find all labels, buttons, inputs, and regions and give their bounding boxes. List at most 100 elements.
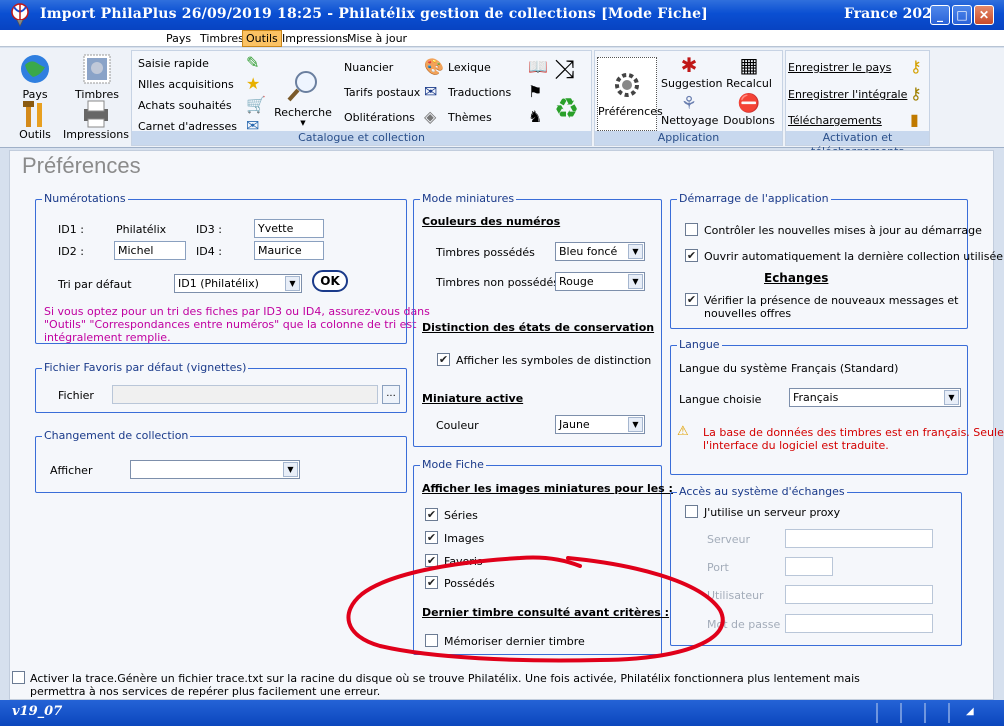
series-label: Séries: [444, 509, 478, 522]
warning-icon: ⚠: [677, 424, 689, 439]
tarifs-postaux-item[interactable]: Tarifs postaux: [344, 86, 420, 99]
achats-souhaites-item[interactable]: Achats souhaités: [138, 99, 232, 112]
resize-grip-icon[interactable]: ◢: [966, 706, 974, 717]
doublons-button[interactable]: ⛔ Doublons: [721, 93, 777, 127]
miniatures-legend: Mode miniatures: [420, 192, 517, 205]
browse-button[interactable]: ...: [382, 385, 400, 404]
outils-button[interactable]: Outils: [15, 99, 55, 141]
numerotations-legend: Numérotations: [42, 192, 128, 205]
horse-icon: ♞: [528, 107, 543, 126]
palette-icon: 🎨: [424, 57, 444, 76]
nlles-acquisitions-item[interactable]: Nlles acquisitions: [138, 78, 234, 91]
mail-icon: ✉: [424, 82, 438, 101]
app-logo-icon: [8, 3, 32, 27]
minimize-button[interactable]: _: [930, 5, 950, 25]
maj-label: Contrôler les nouvelles mises à jour au …: [704, 224, 982, 237]
gear-icon: [615, 73, 639, 97]
series-checkbox[interactable]: ✔: [425, 508, 438, 521]
id3-label: ID3 :: [196, 223, 222, 236]
status-separator: [924, 703, 926, 723]
id4-input[interactable]: Maurice: [254, 241, 324, 260]
nettoyage-label: Nettoyage: [661, 114, 719, 127]
menu-outils[interactable]: Outils: [242, 30, 282, 47]
collection-select[interactable]: ▼: [130, 460, 300, 479]
langue-systeme-value: Français (Standard): [791, 362, 899, 375]
close-button[interactable]: ✕: [974, 5, 994, 25]
chevron-down-icon: ▼: [628, 274, 643, 289]
maj-checkbox[interactable]: [685, 223, 698, 236]
langue-select[interactable]: Français ▼: [789, 388, 961, 407]
id3-input[interactable]: Yvette: [254, 219, 324, 238]
port-input[interactable]: [785, 557, 833, 576]
recalcul-button[interactable]: ▦ Recalcul: [721, 53, 777, 90]
themes-item[interactable]: Thèmes: [448, 111, 492, 124]
id2-input[interactable]: Michel: [114, 241, 186, 260]
numerotations-group: Numérotations ID1 : Philatélix ID3 : Yve…: [35, 192, 430, 344]
tri-select[interactable]: ID1 (Philatélix) ▼: [174, 274, 302, 293]
country-label: France 2020: [844, 6, 942, 22]
verif-checkbox[interactable]: ✔: [685, 293, 698, 306]
possedes-color-select[interactable]: Bleu foncé ▼: [555, 242, 645, 261]
couleurs-heading: Couleurs des numéros: [422, 215, 561, 228]
impressions-button[interactable]: Impressions: [63, 99, 129, 141]
ouvrir-checkbox[interactable]: ✔: [685, 249, 698, 262]
ribbon: Pays Timbres Outils Impressions Saisie r…: [0, 48, 1004, 158]
saisie-rapide-item[interactable]: Saisie rapide: [138, 57, 209, 70]
symboles-checkbox[interactable]: ✔: [437, 353, 450, 366]
images-checkbox[interactable]: ✔: [425, 531, 438, 544]
nettoyage-button[interactable]: ⚘ Nettoyage: [661, 93, 719, 127]
verif-label-line1: Vérifier la présence de nouveaux message…: [704, 294, 959, 307]
nonposs-label: Timbres non possédés: [436, 276, 560, 289]
magnifier-icon: [287, 71, 317, 102]
ok-button[interactable]: OK: [312, 270, 348, 292]
menu-pays[interactable]: Pays: [163, 31, 194, 46]
chevron-down-icon: ▼: [283, 462, 298, 477]
motdepasse-input[interactable]: [785, 614, 933, 633]
nuancier-item[interactable]: Nuancier: [344, 61, 393, 74]
afficher-heading: Afficher les images miniatures pour les …: [422, 482, 673, 495]
printer-icon: [84, 100, 108, 128]
maximize-button[interactable]: □: [952, 5, 972, 25]
pays-button[interactable]: Pays: [17, 53, 53, 101]
traductions-item[interactable]: Traductions: [448, 86, 511, 99]
activation-group: Enregistrer le pays Enregistrer l'intégr…: [785, 50, 930, 158]
trace-checkbox[interactable]: [12, 671, 25, 684]
nonposs-color-select[interactable]: Rouge ▼: [555, 272, 645, 291]
timbres-button[interactable]: Timbres: [73, 53, 121, 101]
miniatures-group: Mode miniatures Couleurs des numéros Tim…: [413, 192, 662, 447]
menu-impressions[interactable]: Impressions: [279, 31, 351, 46]
couleur-active-select[interactable]: Jaune ▼: [555, 415, 645, 434]
tri-value: ID1 (Philatélix): [178, 277, 259, 290]
chevron-down-icon: ▼: [628, 244, 643, 259]
afficher-label: Afficher: [50, 464, 93, 477]
recherche-button[interactable]: Recherche ▼: [272, 69, 334, 127]
status-separator: [876, 703, 878, 723]
catalogue-group: Saisie rapide Nlles acquisitions Achats …: [131, 50, 592, 146]
red-annotation-circle: [346, 555, 725, 663]
menu-timbres[interactable]: Timbres: [197, 31, 247, 46]
menu-mise-a-jour[interactable]: Mise à jour: [344, 31, 410, 46]
trace-label-line2: permettra à nos services de repérer plus…: [30, 685, 381, 698]
favoris-group: Fichier Favoris par défaut (vignettes) F…: [35, 361, 407, 413]
preferences-button[interactable]: Préférences: [597, 57, 663, 131]
enregistrer-pays-item[interactable]: Enregistrer le pays: [788, 61, 891, 74]
serveur-input[interactable]: [785, 529, 933, 548]
langue-warning-line1: La base de données des timbres est en fr…: [703, 426, 1004, 439]
obliterations-item[interactable]: Oblitérations: [344, 111, 415, 124]
version-label: v19_07: [12, 704, 63, 719]
telechargements-item[interactable]: Téléchargements: [788, 114, 882, 127]
utilisateur-input[interactable]: [785, 585, 933, 604]
suggestion-button[interactable]: ✱ Suggestion: [661, 53, 723, 90]
possedes-label: Timbres possédés: [436, 246, 535, 259]
enregistrer-integrale-item[interactable]: Enregistrer l'intégrale: [788, 88, 907, 101]
title-bar: Import PhilaPlus 26/09/2019 18:25 - Phil…: [0, 0, 1004, 30]
proxy-checkbox[interactable]: [685, 505, 698, 518]
recycle-icon[interactable]: ♻: [554, 95, 579, 123]
key-icon: ⚷: [910, 57, 922, 76]
fichier-input[interactable]: [112, 385, 378, 404]
lexique-item[interactable]: Lexique: [448, 61, 491, 74]
demarrage-legend: Démarrage de l'application: [677, 192, 831, 205]
ouvrir-label: Ouvrir automatiquement la dernière colle…: [704, 250, 1004, 263]
shuffle-icon[interactable]: ⤨: [554, 57, 575, 83]
demarrage-group: Démarrage de l'application Contrôler les…: [670, 192, 1003, 329]
